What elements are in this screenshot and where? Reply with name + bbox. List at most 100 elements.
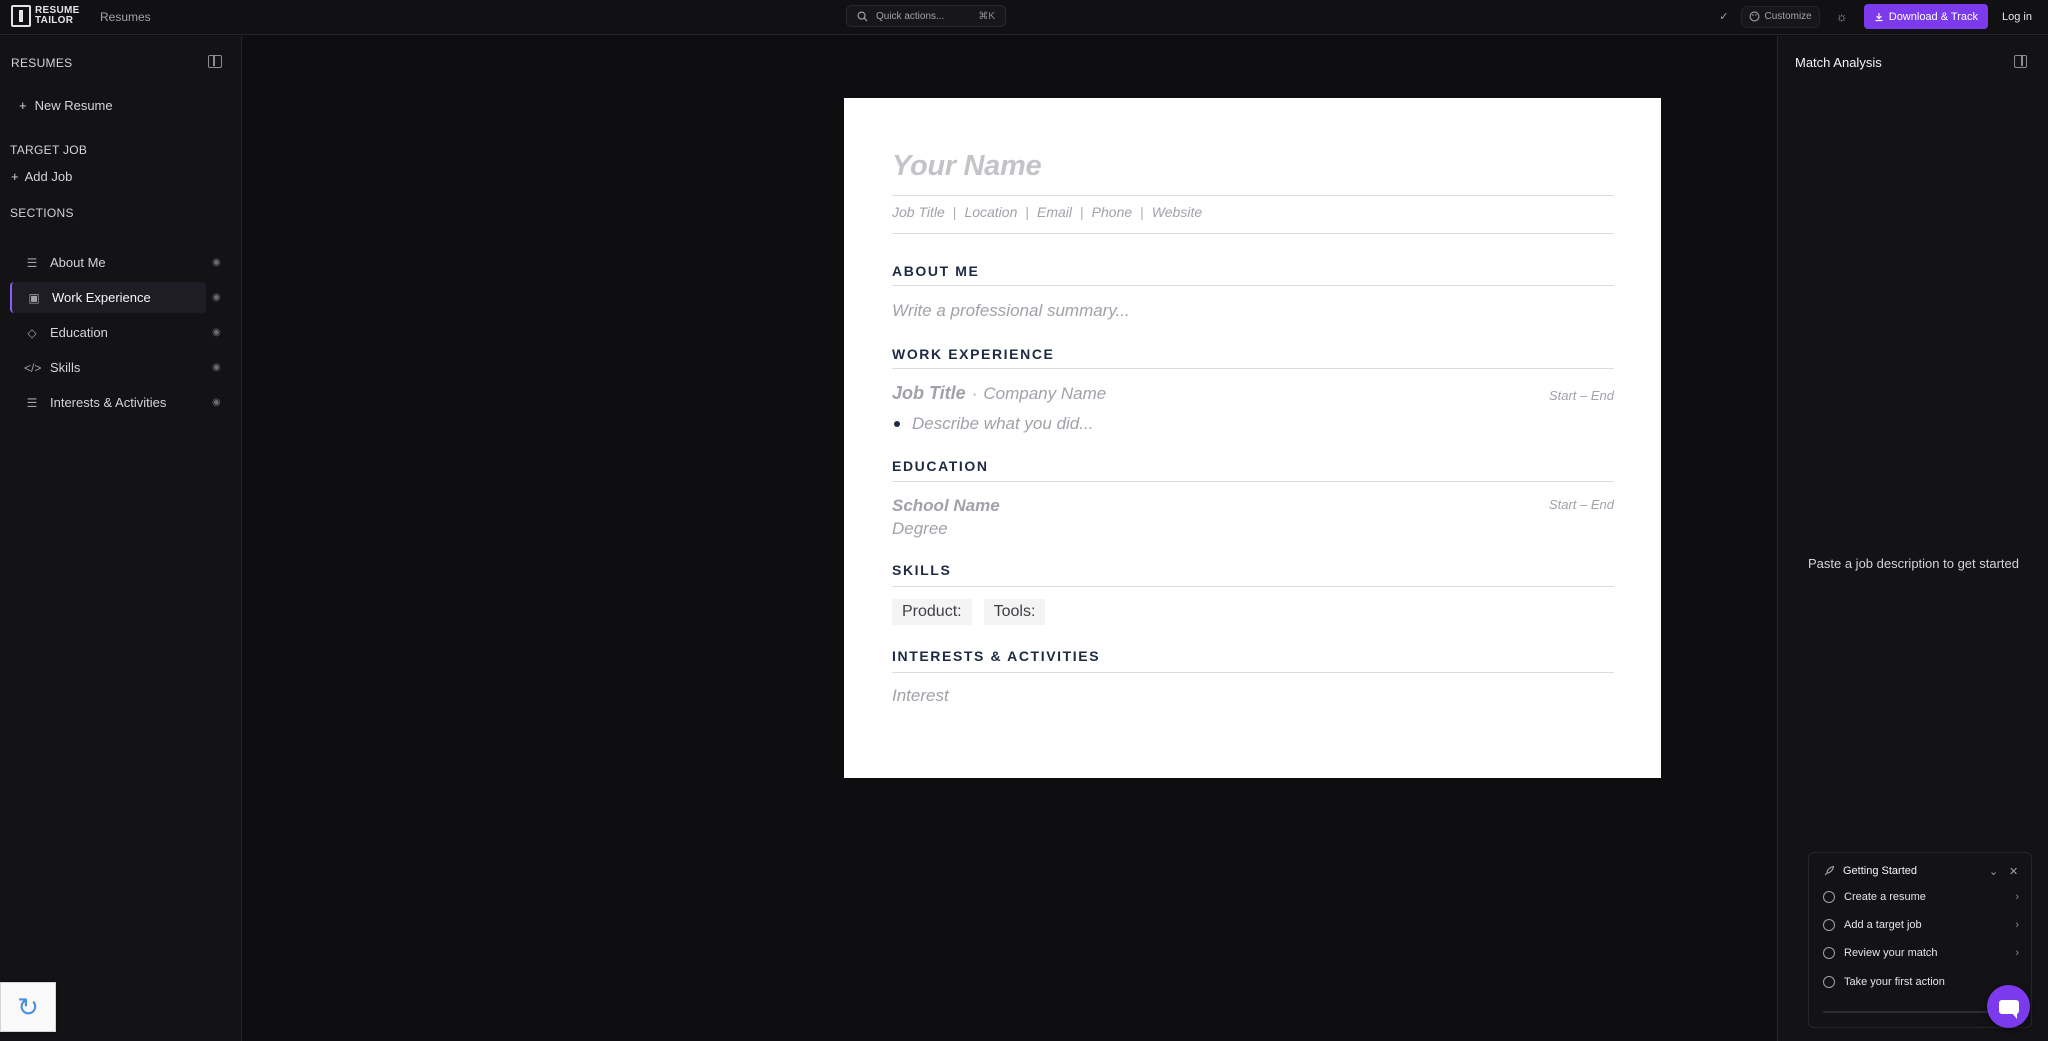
sidebar-item-education[interactable]: ◇ Education bbox=[10, 317, 206, 348]
resumes-heading: RESUMES bbox=[11, 56, 73, 70]
sidebar-item-skills[interactable]: </> Skills bbox=[10, 352, 206, 383]
chevron-right-icon: › bbox=[2015, 891, 2019, 903]
unchecked-circle-icon bbox=[1823, 976, 1835, 988]
align-left-icon: ☰ bbox=[26, 255, 38, 270]
sidebar-item-label: About Me bbox=[50, 255, 106, 270]
contact-location[interactable]: Location bbox=[964, 204, 1017, 220]
palette-icon bbox=[1749, 11, 1759, 22]
chat-bubble-icon bbox=[1998, 999, 2019, 1019]
job-title-field[interactable]: Job Title bbox=[892, 383, 966, 404]
sidebar-item-label: Education bbox=[50, 325, 108, 340]
recaptcha-icon: ↻ bbox=[17, 991, 39, 1022]
logo[interactable]: RESUME TAILOR bbox=[11, 5, 80, 27]
section-heading-skills: SKILLS bbox=[892, 562, 952, 578]
school-field[interactable]: School Name bbox=[892, 496, 1614, 516]
divider bbox=[892, 481, 1614, 482]
match-empty-state: Paste a job description to get started bbox=[1807, 556, 2019, 571]
login-link[interactable]: Log in bbox=[2000, 11, 2034, 23]
summary-field[interactable]: Write a professional summary... bbox=[892, 301, 1614, 321]
search-icon bbox=[857, 11, 868, 22]
sidebar-item-label: Skills bbox=[50, 360, 81, 375]
unchecked-circle-icon bbox=[1823, 947, 1835, 959]
download-track-button[interactable]: Download & Track bbox=[1863, 4, 1989, 29]
briefcase-icon: ▣ bbox=[28, 290, 40, 305]
checklist-item[interactable]: Take your first action bbox=[1823, 976, 2019, 988]
contact-website[interactable]: Website bbox=[1152, 204, 1202, 220]
skill-chip-tools[interactable]: Tools: bbox=[983, 599, 1046, 625]
download-icon bbox=[1875, 12, 1883, 21]
checklist-item[interactable]: Review your match › bbox=[1823, 947, 2019, 959]
collapse-sidebar-icon[interactable] bbox=[208, 55, 222, 68]
target-job-heading: TARGET JOB bbox=[10, 143, 88, 157]
visibility-eye-icon[interactable]: ◉ bbox=[212, 397, 221, 408]
add-job-button[interactable]: + Add Job bbox=[11, 169, 72, 184]
new-resume-button[interactable]: + New Resume bbox=[19, 98, 113, 113]
top-bar: RESUME TAILOR Resumes Quick actions... ⌘… bbox=[0, 0, 2048, 35]
logo-icon bbox=[11, 5, 31, 27]
download-label: Download & Track bbox=[1888, 10, 1979, 23]
interest-field[interactable]: Interest bbox=[892, 686, 1614, 706]
divider bbox=[892, 672, 1614, 673]
checklist-item-label: Review your match bbox=[1844, 947, 1938, 959]
contact-job-title[interactable]: Job Title bbox=[892, 204, 945, 220]
visibility-eye-icon[interactable]: ◉ bbox=[212, 292, 221, 303]
contact-phone[interactable]: Phone bbox=[1092, 204, 1132, 220]
section-heading-education: EDUCATION bbox=[892, 458, 989, 474]
checklist-item[interactable]: Create a resume › bbox=[1823, 891, 2019, 903]
quick-actions-search[interactable]: Quick actions... ⌘K bbox=[846, 5, 1006, 27]
recaptcha-badge[interactable]: ↻ bbox=[0, 982, 56, 1032]
divider bbox=[892, 586, 1614, 587]
education-dates[interactable]: Start – End bbox=[1549, 497, 1614, 512]
plus-icon: + bbox=[19, 98, 27, 113]
job-separator: · bbox=[971, 384, 978, 403]
divider bbox=[892, 233, 1614, 234]
add-job-label: Add Job bbox=[24, 169, 73, 184]
work-bullet-text[interactable]: Describe what you did... bbox=[912, 414, 1093, 434]
quick-actions-label: Quick actions... bbox=[876, 10, 945, 22]
sidebar-item-label: Interests & Activities bbox=[50, 395, 167, 410]
company-field[interactable]: Company Name bbox=[983, 384, 1106, 404]
align-left-icon: ☰ bbox=[26, 395, 38, 410]
saved-check-icon: ✓ bbox=[1719, 11, 1729, 23]
progress-bar bbox=[1823, 1011, 2003, 1013]
chevron-right-icon: › bbox=[2015, 919, 2019, 931]
degree-field[interactable]: Degree bbox=[892, 519, 1614, 539]
checklist-item[interactable]: Add a target job › bbox=[1823, 919, 2019, 931]
close-icon[interactable]: ✕ bbox=[2009, 865, 2018, 878]
job-entry[interactable]: Job Title · Company Name bbox=[892, 383, 1614, 404]
contact-email[interactable]: Email bbox=[1037, 204, 1072, 220]
sidebar-item-interests[interactable]: ☰ Interests & Activities bbox=[10, 387, 206, 418]
theme-toggle-sun-icon[interactable]: ☼ bbox=[1832, 9, 1852, 24]
customize-button[interactable]: Customize bbox=[1740, 5, 1820, 28]
customize-label: Customize bbox=[1764, 11, 1812, 22]
match-analysis-title: Match Analysis bbox=[1795, 55, 1882, 70]
skills-row: Product: Tools: bbox=[892, 599, 1614, 625]
editor-canvas: Your Name Job Title | Location | Email | Ph… bbox=[243, 36, 1777, 1041]
chevron-down-icon[interactable]: ⌄ bbox=[1989, 865, 1998, 878]
getting-started-title: Getting Started bbox=[1843, 865, 1917, 877]
sidebar-item-work-experience[interactable]: ▣ Work Experience bbox=[10, 282, 206, 313]
visibility-eye-icon[interactable]: ◉ bbox=[212, 257, 221, 268]
divider bbox=[892, 195, 1614, 196]
chat-launcher-button[interactable] bbox=[1987, 985, 2030, 1028]
chevron-right-icon: › bbox=[2015, 947, 2019, 959]
new-resume-label: New Resume bbox=[34, 98, 113, 113]
work-bullet[interactable]: Describe what you did... bbox=[892, 414, 1614, 434]
visibility-eye-icon[interactable]: ◉ bbox=[212, 327, 221, 338]
resume-page: Your Name Job Title | Location | Email | Ph… bbox=[844, 98, 1661, 778]
visibility-eye-icon[interactable]: ◉ bbox=[212, 362, 221, 373]
nav-resumes-link[interactable]: Resumes bbox=[100, 10, 151, 24]
divider bbox=[892, 285, 1614, 286]
resume-name-field[interactable]: Your Name bbox=[892, 150, 1614, 183]
skill-chip-product[interactable]: Product: bbox=[892, 599, 972, 625]
divider bbox=[892, 368, 1614, 369]
graduation-cap-icon: ◇ bbox=[27, 325, 37, 340]
top-right-actions: ✓ Customize ☼ Download & Track Log in bbox=[1719, 4, 2034, 29]
work-dates[interactable]: Start – End bbox=[1549, 388, 1614, 403]
unchecked-circle-icon bbox=[1823, 891, 1835, 903]
sidebar-item-about-me[interactable]: ☰ About Me bbox=[10, 247, 206, 278]
collapse-panel-icon[interactable] bbox=[2014, 55, 2027, 68]
bullet-icon bbox=[894, 421, 900, 427]
section-heading-about: ABOUT ME bbox=[892, 263, 980, 279]
section-heading-interests: INTERESTS & ACTIVITIES bbox=[892, 648, 1101, 664]
